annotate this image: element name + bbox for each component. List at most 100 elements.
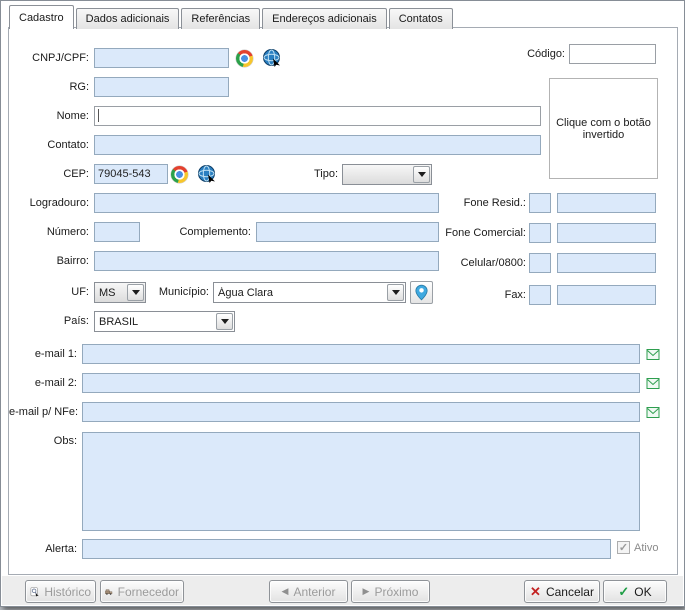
historico-label: Histórico [44,584,91,599]
pais-value: BRASIL [99,315,139,328]
proximo-button[interactable]: ▶ Próximo [351,580,430,603]
ok-label: OK [634,584,652,599]
uf-value: MS [99,286,116,299]
bairro-input[interactable] [94,251,439,271]
tab-dados-adicionais[interactable]: Dados adicionais [75,8,180,29]
logradouro-label: Logradouro: [29,197,89,209]
email-nfe-label: e-mail p/ NFe: [9,406,79,418]
fornecedor-button[interactable]: Fornecedor [100,580,184,603]
email1-envelope-icon[interactable] [646,348,660,361]
cancel-x-icon: ✕ [530,583,541,599]
complemento-label: Complemento: [179,226,251,238]
contato-input[interactable] [94,135,541,155]
codigo-input[interactable] [569,44,656,64]
email2-envelope-icon[interactable] [646,377,660,390]
ativo-label: Ativo [634,542,659,554]
codigo-label: Código: [527,48,565,60]
chevron-down-icon[interactable] [413,166,430,183]
map-pin-icon [415,284,428,301]
fax-label: Fax: [504,289,526,301]
email2-input[interactable] [82,373,640,393]
fone-resid-label: Fone Resid.: [463,197,526,209]
pais-select[interactable]: BRASIL [94,311,235,332]
celular-label: Celular/0800: [460,257,526,269]
tab-label: Cadastro [19,11,64,24]
map-pin-button[interactable] [410,281,433,304]
tab-label: Endereços adicionais [272,13,377,25]
chevron-down-icon[interactable] [216,313,233,330]
globe-icon [263,49,280,67]
email-nfe-input[interactable] [82,402,640,422]
ok-check-icon: ✓ [618,583,630,599]
obs-textarea[interactable] [82,432,640,531]
celular-input[interactable] [557,253,656,273]
cep-label: CEP: [63,168,89,180]
tab-cadastro[interactable]: Cadastro [9,5,74,29]
globe-web-icon[interactable] [263,49,281,67]
chrome-search-icon[interactable] [236,50,253,67]
anterior-label: Anterior [293,584,336,599]
uf-select[interactable]: MS [94,282,146,303]
email1-label: e-mail 1: [34,348,77,360]
fornecedor-label: Fornecedor [117,584,179,599]
municipio-label: Município: [158,286,209,298]
tab-contatos[interactable]: Contatos [388,8,453,29]
globe-web-icon[interactable] [198,165,216,183]
tab-label: Contatos [398,13,443,25]
celular-ddd-input[interactable] [529,253,551,273]
tipo-label: Tipo: [313,168,338,180]
globe-icon [198,165,215,183]
pais-label: País: [63,315,89,327]
municipio-select[interactable]: Água Clara [213,282,406,303]
document-magnifier-icon [30,586,39,597]
contato-label: Contato: [47,139,89,151]
ativo-checkbox[interactable]: ✓ [617,541,630,554]
fax-input[interactable] [557,285,656,305]
alerta-label: Alerta: [45,543,77,555]
tipo-select[interactable] [342,164,432,185]
ok-button[interactable]: ✓ OK [603,580,667,603]
check-icon: ✓ [618,542,629,554]
proximo-label: Próximo [374,584,419,599]
cnpj-cpf-input[interactable] [94,48,229,68]
prev-arrow-icon: ◀ [281,586,289,596]
fone-comercial-input[interactable] [557,223,656,243]
nome-label: Nome: [56,110,89,122]
tab-bar: Cadastro Dados adicionais Referências En… [9,5,455,29]
cep-input[interactable] [94,164,168,184]
tab-label: Dados adicionais [85,13,170,25]
chrome-search-icon[interactable] [171,166,188,183]
fax-ddd-input[interactable] [529,285,551,305]
email1-input[interactable] [82,344,640,364]
fone-resid-ddd-input[interactable] [529,193,551,213]
tab-enderecos-adicionais[interactable]: Endereços adicionais [262,8,387,29]
tab-referencias[interactable]: Referências [181,8,261,29]
truck-icon [105,588,113,595]
complemento-input[interactable] [256,222,439,242]
chevron-down-icon[interactable] [387,284,404,301]
chevron-down-icon[interactable] [127,284,144,301]
fone-resid-input[interactable] [557,193,656,213]
next-arrow-icon: ▶ [362,586,370,596]
alerta-input[interactable] [82,539,611,559]
historico-button[interactable]: Histórico [25,580,96,603]
bairro-label: Bairro: [56,255,89,267]
uf-label: UF: [71,286,89,298]
obs-label: Obs: [53,435,77,447]
fone-comercial-ddd-input[interactable] [529,223,551,243]
cancelar-button[interactable]: ✕ Cancelar [524,580,600,603]
anterior-button[interactable]: ◀ Anterior [269,580,348,603]
email2-label: e-mail 2: [34,377,77,389]
cnpj-cpf-label: CNPJ/CPF: [32,52,89,64]
numero-input[interactable] [94,222,140,242]
tab-label: Referências [191,13,251,25]
email-nfe-envelope-icon[interactable] [646,406,660,419]
photo-placeholder[interactable]: Clique com o botão invertido [549,78,658,179]
municipio-value: Água Clara [218,286,274,299]
nome-input[interactable] [94,106,541,126]
fone-comercial-label: Fone Comercial: [445,227,526,239]
numero-label: Número: [46,226,89,238]
rg-input[interactable] [94,77,229,97]
logradouro-input[interactable] [94,193,439,213]
cadastro-window: Cadastro Dados adicionais Referências En… [0,0,685,607]
